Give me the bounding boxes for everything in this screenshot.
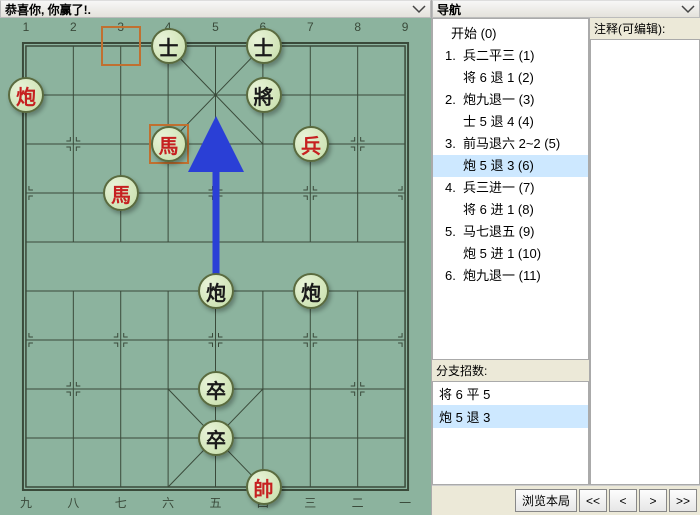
svg-text:一: 一 [399,496,411,510]
piece-red[interactable]: 馬 [151,126,187,162]
move-list-item[interactable]: 兵二平三 (1) [433,45,588,67]
piece-black[interactable]: 士 [246,28,282,64]
svg-text:三: 三 [304,496,316,510]
prev-button[interactable]: < [609,489,637,512]
piece-black[interactable]: 炮 [198,273,234,309]
move-highlight [101,26,141,66]
nav-button-row: 浏览本局 << < > >> [432,485,700,515]
move-list-item[interactable]: 炮 5 退 3 (6) [433,155,588,177]
move-list[interactable]: 开始 (0)兵二平三 (1)将 6 退 1 (2)炮九退一 (3)士 5 退 4… [432,18,589,360]
svg-text:8: 8 [354,20,361,34]
piece-red[interactable]: 兵 [293,126,329,162]
svg-text:9: 9 [402,20,409,34]
svg-text:九: 九 [20,496,32,510]
svg-text:5: 5 [212,20,219,34]
nav-title-bar: 导航 [432,0,700,18]
move-list-item[interactable]: 将 6 进 1 (8) [433,199,588,221]
piece-black[interactable]: 炮 [293,273,329,309]
board-title-bar: 恭喜你, 你赢了!. [0,0,431,18]
xiangqi-board[interactable]: 123456789九八七六五四三二一 士士將炮馬兵馬炮炮卒卒帥 [0,18,431,515]
piece-red[interactable]: 炮 [8,77,44,113]
piece-black[interactable]: 卒 [198,371,234,407]
minimize-icon[interactable] [681,4,695,14]
move-list-item[interactable]: 前马退六 2~2 (5) [433,133,588,155]
branch-label: 分支招数: [432,360,589,381]
branch-item[interactable]: 炮 5 退 3 [433,405,588,428]
piece-red[interactable]: 帥 [246,469,282,505]
first-button[interactable]: << [579,489,607,512]
svg-text:七: 七 [115,496,127,510]
comment-label: 注释(可编辑): [590,18,700,39]
svg-text:六: 六 [162,496,174,510]
move-list-item[interactable]: 士 5 退 4 (4) [433,111,588,133]
board-title: 恭喜你, 你赢了!. [5,1,91,18]
piece-black[interactable]: 士 [151,28,187,64]
svg-text:2: 2 [70,20,77,34]
svg-text:7: 7 [307,20,314,34]
move-list-item[interactable]: 炮 5 进 1 (10) [433,243,588,265]
svg-text:五: 五 [210,496,222,510]
comment-textarea[interactable] [590,39,700,485]
last-button[interactable]: >> [669,489,697,512]
nav-title: 导航 [437,1,461,18]
piece-black[interactable]: 將 [246,77,282,113]
move-list-item[interactable]: 开始 (0) [433,23,588,45]
branch-list[interactable]: 将 6 平 5炮 5 退 3 [432,381,589,485]
move-list-item[interactable]: 将 6 退 1 (2) [433,67,588,89]
move-list-item[interactable]: 马七退五 (9) [433,221,588,243]
move-list-item[interactable]: 炮九退一 (11) [433,265,588,287]
svg-text:二: 二 [352,496,364,510]
svg-text:八: 八 [67,496,79,510]
branch-item[interactable]: 将 6 平 5 [433,382,588,405]
piece-black[interactable]: 卒 [198,420,234,456]
piece-red[interactable]: 馬 [103,175,139,211]
svg-text:1: 1 [23,20,30,34]
browse-button[interactable]: 浏览本局 [515,489,577,512]
move-list-item[interactable]: 炮九退一 (3) [433,89,588,111]
next-button[interactable]: > [639,489,667,512]
minimize-icon[interactable] [412,4,426,14]
move-list-item[interactable]: 兵三进一 (7) [433,177,588,199]
